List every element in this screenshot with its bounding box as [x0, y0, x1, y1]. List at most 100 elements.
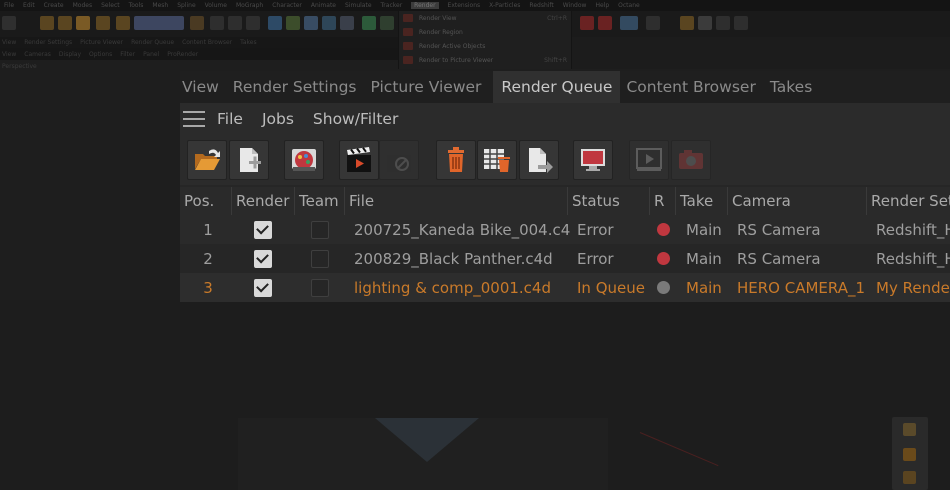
start-render-clapper-icon: [347, 147, 371, 172]
coordinate-icon: [190, 16, 204, 30]
team-checkbox[interactable]: [311, 278, 329, 297]
tab-render-settings[interactable]: Render Settings: [231, 71, 365, 103]
timeline-icon: [646, 16, 660, 30]
gizmo-icon: [903, 471, 916, 484]
delete-trash-icon: [448, 147, 464, 172]
gizmo-icon: [903, 423, 916, 436]
row-file: lighting & comp_0001.c4d: [354, 278, 551, 297]
panel-tabs: View Render Settings Picture Viewer Rend…: [180, 71, 950, 103]
viewport-solo-icon: [716, 16, 730, 30]
row-render-settings: Redshift_H: [876, 249, 950, 268]
row-render-settings: My Rende: [876, 278, 950, 297]
menu-jobs[interactable]: Jobs: [262, 110, 294, 128]
row-render-settings: Redshift_H: [876, 220, 950, 239]
render-active-objects-icon: [403, 42, 413, 50]
rotate-tool-icon: [76, 16, 90, 30]
render-queue-toolbar: [180, 135, 950, 185]
keyframe-icon: [620, 16, 638, 30]
delete-all-table-icon: [484, 149, 510, 172]
viewport-camera-frustum: [375, 418, 479, 462]
row-camera: HERO CAMERA_1: [737, 278, 866, 297]
job-table-header: Pos. Render Team File Status R Take Came…: [180, 187, 950, 215]
row-status: Error: [577, 249, 614, 268]
camera-render-button[interactable]: [671, 140, 711, 180]
spline-icon: [286, 16, 300, 30]
team-checkbox[interactable]: [311, 220, 329, 239]
attribute-panel: [572, 37, 950, 69]
row-take: Main: [686, 278, 722, 297]
column-camera[interactable]: Camera: [728, 187, 867, 215]
column-r[interactable]: R: [650, 187, 676, 215]
tab-render-queue[interactable]: Render Queue: [493, 71, 621, 103]
open-picture-viewer-button[interactable]: [629, 140, 669, 180]
row-take: Main: [686, 249, 722, 268]
show-render-view-button[interactable]: [573, 140, 613, 180]
picture-viewer-icon: [636, 148, 662, 171]
column-team[interactable]: Team: [295, 187, 345, 215]
render-checkbox[interactable]: [253, 220, 272, 239]
deformer-icon: [340, 16, 354, 30]
menu-show-filter[interactable]: Show/Filter: [313, 110, 398, 128]
add-job-button[interactable]: [229, 140, 269, 180]
error-status-icon: [656, 252, 670, 265]
column-take[interactable]: Take: [676, 187, 728, 215]
row-file: 200829_Black Panther.c4d: [354, 249, 553, 268]
column-status[interactable]: Status: [568, 187, 650, 215]
undo-icon: [2, 16, 16, 30]
lock-icon: [734, 16, 748, 30]
table-row[interactable]: 2 200829_Black Panther.c4d Error Main RS…: [180, 244, 950, 273]
scale-tool-icon: [58, 16, 72, 30]
hamburger-menu-icon[interactable]: [183, 111, 205, 127]
snap-icon: [680, 16, 694, 30]
open-project-button[interactable]: [187, 140, 227, 180]
render-region-icon: [403, 28, 413, 36]
render-picture-icon: [228, 16, 242, 30]
table-row[interactable]: 3 lighting & comp_0001.c4d In Queue Main…: [180, 273, 950, 302]
row-pos: 1: [203, 220, 213, 239]
render-checkbox[interactable]: [253, 278, 272, 297]
record-key-icon: [598, 16, 612, 30]
axis-xyz-icon: [134, 16, 184, 30]
row-camera: RS Camera: [737, 220, 821, 239]
tab-picture-viewer[interactable]: Picture Viewer: [368, 71, 489, 103]
error-status-icon: [656, 223, 670, 236]
render-settings-button[interactable]: [284, 140, 324, 180]
viewport-gizmo-panel: [892, 417, 928, 490]
column-render[interactable]: Render: [232, 187, 295, 215]
export-file-icon: [529, 148, 553, 173]
row-pos: 3: [203, 278, 213, 297]
viewport-menu: View Cameras Display Options Filter Panel ProR…: [0, 48, 400, 60]
nurbs-icon: [304, 16, 318, 30]
render-view-icon: [210, 16, 224, 30]
table-row[interactable]: 1 200725_Kaneda Bike_004.c4d Error Main …: [180, 215, 950, 244]
array-icon: [322, 16, 336, 30]
3d-viewport: [0, 300, 950, 490]
start-render-button[interactable]: [339, 140, 379, 180]
row-take: Main: [686, 220, 722, 239]
render-menu-dropdown: Render View Ctrl+R Render Region Render A…: [398, 11, 572, 69]
stop-render-button[interactable]: [379, 140, 419, 180]
main-menu-bar: File Edit Create Modes Select Tools Mesh Spline…: [0, 0, 950, 11]
export-job-button[interactable]: [519, 140, 559, 180]
column-file[interactable]: File: [345, 187, 568, 215]
delete-all-jobs-button[interactable]: [477, 140, 517, 180]
tab-content-browser[interactable]: Content Browser: [624, 71, 763, 103]
camera-icon: [380, 16, 394, 30]
row-camera: RS Camera: [737, 249, 821, 268]
column-pos[interactable]: Pos.: [180, 187, 232, 215]
tab-takes[interactable]: Takes: [768, 71, 820, 103]
open-folder-icon: [195, 149, 220, 170]
column-render-settings[interactable]: Render Set: [867, 187, 950, 215]
select-tool-icon: [96, 16, 110, 30]
viewport-axis-line: [639, 432, 719, 467]
render-checkbox[interactable]: [253, 249, 272, 268]
row-file: 200725_Kaneda Bike_004.c4d: [354, 220, 570, 239]
team-checkbox[interactable]: [311, 249, 329, 268]
scene-icon: [362, 16, 376, 30]
tab-view[interactable]: View: [180, 71, 227, 103]
row-pos: 2: [203, 249, 213, 268]
menu-file[interactable]: File: [217, 110, 243, 128]
record-icon: [580, 16, 594, 30]
add-file-icon: [240, 148, 261, 172]
delete-job-button[interactable]: [436, 140, 476, 180]
